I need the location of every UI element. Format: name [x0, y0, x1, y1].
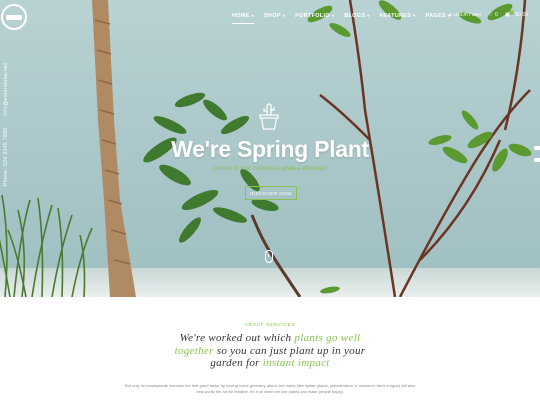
about-heading-line2: together so you can just plant up in you… [0, 345, 540, 358]
nav-item-portfolio[interactable]: PORTFOLIO ▾ [295, 13, 334, 19]
hero-section: HOME ▾ SHOP ▾ PORTFOLIO ▾ BLOGS ▾ FEATURES ▾ … [0, 0, 540, 297]
cactus-pot-icon [259, 103, 279, 130]
chevron-down-icon: ▾ [367, 13, 370, 18]
heading-highlight: plants go well [294, 332, 361, 344]
about-heading-line3: garden for instant impact [0, 357, 540, 370]
nav-item-blogs[interactable]: BLOGS ▾ [344, 13, 369, 19]
about-heading-line1: We're worked out which plants go well [0, 332, 540, 345]
about-heading: We're worked out which plants go well to… [0, 332, 540, 370]
nav-item-label: SHOP [264, 13, 281, 19]
nav-item-label: HOME [232, 13, 250, 19]
heading-highlight: instant impact [262, 357, 330, 369]
main-nav: HOME ▾ SHOP ▾ PORTFOLIO ▾ BLOGS ▾ FEATURES ▾ … [232, 13, 460, 24]
heading-text: for [245, 357, 263, 369]
discover-now-button[interactable]: DISCOVER NOW [245, 186, 297, 200]
scroll-down-mouse-icon[interactable] [265, 250, 273, 263]
nav-item-features[interactable]: FEATURES ▾ [380, 13, 416, 19]
account-label: usd.m / user [454, 12, 482, 18]
nav-item-label: PAGES [425, 13, 446, 19]
cart-badge [508, 10, 514, 15]
nav-item-label: FEATURES [379, 13, 412, 19]
chevron-down-icon: ▾ [251, 13, 255, 18]
chevron-down-icon: ▾ [331, 13, 335, 18]
heading-text: so you can just plant up in your [213, 344, 366, 357]
heading-text: We're worked out which [179, 332, 295, 344]
side-email[interactable]: info@enterstone.net [3, 63, 9, 116]
cart-link[interactable]: ▣ $0.00 [505, 10, 529, 18]
nav-item-label: BLOGS [344, 13, 366, 19]
about-body: Not only do houseplants increase the fee… [80, 383, 460, 395]
logo-mark [6, 14, 22, 20]
cart-total: $0.00 [515, 12, 529, 18]
hero-subtitle: Lorem in hac habitasse platea dictumst [213, 165, 327, 172]
account-link[interactable]: ● usd.m / user [449, 12, 482, 18]
nav-item-pages[interactable]: PAGES ▾ [426, 13, 451, 19]
heading-highlight: together [174, 344, 214, 357]
chevron-down-icon: ▾ [413, 13, 416, 18]
about-body-line: help purify the air we breathe. It's tru… [196, 389, 344, 394]
nav-item-shop[interactable]: SHOP ▾ [264, 13, 285, 19]
header-tools: ● usd.m / user ♡ 0 ▣ $0.00 [449, 10, 529, 18]
chevron-down-icon: ▾ [282, 13, 286, 18]
hero-title: We're Spring Plant [171, 136, 369, 162]
wishlist-link[interactable]: ♡ 0 [489, 12, 498, 18]
wishlist-count: 0 [495, 12, 498, 18]
nav-item-label: PORTFOLIO [295, 13, 330, 19]
heading-text: garden [210, 357, 246, 369]
about-eyebrow: ABOUT SERVICES [244, 322, 296, 327]
heart-icon: ♡ [488, 12, 494, 18]
nav-item-home[interactable]: HOME ▾ [232, 13, 255, 24]
site-logo[interactable] [1, 4, 27, 30]
user-icon: ● [449, 12, 453, 18]
